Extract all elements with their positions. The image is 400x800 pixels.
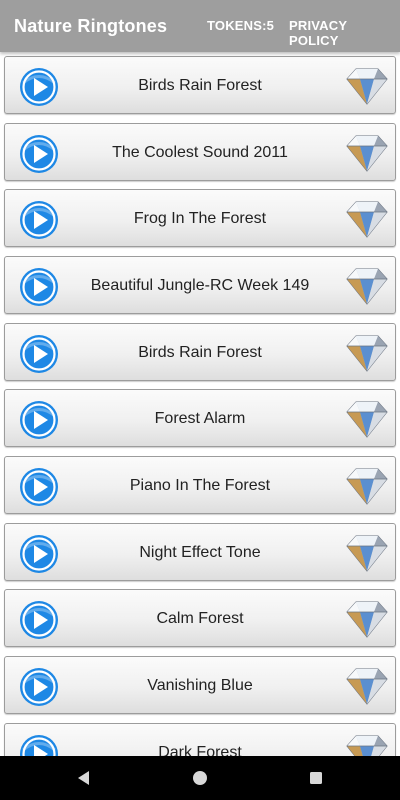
diamond-icon[interactable] (345, 666, 389, 706)
ringtone-row[interactable]: Piano In The Forest (4, 456, 396, 514)
ringtone-row[interactable]: The Coolest Sound 2011 (4, 123, 396, 181)
diamond-icon[interactable] (345, 266, 389, 306)
ringtone-title: Birds Rain Forest (138, 344, 262, 361)
app-screen: Nature Ringtones TOKENS:5 PRIVACY POLICY… (0, 0, 400, 800)
play-button-icon[interactable] (19, 667, 59, 707)
ringtone-row[interactable]: Dark Forest (4, 723, 396, 756)
ringtone-title: Piano In The Forest (129, 477, 271, 494)
play-button-icon[interactable] (19, 534, 59, 574)
ringtone-title: Calm Forest (156, 610, 244, 627)
play-button-icon[interactable] (19, 67, 59, 107)
diamond-icon[interactable] (345, 733, 389, 756)
diamond-icon[interactable] (345, 466, 389, 506)
ringtone-row[interactable]: Vanishing Blue (4, 656, 396, 714)
ringtone-title: Frog In The Forest (133, 210, 267, 227)
recent-apps-square-icon[interactable] (306, 768, 326, 788)
play-button-icon[interactable] (19, 334, 59, 374)
ringtone-title: Birds Rain Forest (138, 77, 262, 94)
ringtone-row[interactable]: Birds Rain Forest (4, 323, 396, 381)
system-navigation-bar (0, 756, 400, 800)
privacy-policy-button[interactable]: PRIVACY POLICY (289, 18, 400, 48)
play-button-icon[interactable] (19, 600, 59, 640)
ringtone-list[interactable]: Birds Rain Forest The Coolest Sound 2011… (0, 52, 400, 756)
diamond-icon[interactable] (345, 66, 389, 106)
diamond-icon[interactable] (345, 533, 389, 573)
ringtone-title: Forest Alarm (154, 410, 246, 427)
diamond-icon[interactable] (345, 133, 389, 173)
ringtone-title: Night Effect Tone (139, 544, 261, 561)
ringtone-row[interactable]: Frog In The Forest (4, 189, 396, 247)
ringtone-title: The Coolest Sound 2011 (112, 144, 288, 161)
diamond-icon[interactable] (345, 199, 389, 239)
play-button-icon[interactable] (19, 734, 59, 756)
play-button-icon[interactable] (19, 200, 59, 240)
ringtone-title: Vanishing Blue (147, 677, 253, 694)
diamond-icon[interactable] (345, 599, 389, 639)
play-button-icon[interactable] (19, 400, 59, 440)
play-button-icon[interactable] (19, 267, 59, 307)
app-title: Nature Ringtones (14, 16, 168, 36)
ringtone-row[interactable]: Birds Rain Forest (4, 56, 396, 114)
back-triangle-icon[interactable] (74, 768, 94, 788)
diamond-icon[interactable] (345, 399, 389, 439)
ringtone-row[interactable]: Forest Alarm (4, 389, 396, 447)
ringtone-title: Beautiful Jungle-RC Week 149 (90, 277, 310, 294)
ringtone-row[interactable]: Calm Forest (4, 589, 396, 647)
play-button-icon[interactable] (19, 134, 59, 174)
ringtone-row[interactable]: Night Effect Tone (4, 523, 396, 581)
play-button-icon[interactable] (19, 467, 59, 507)
ringtone-title: Dark Forest (158, 744, 242, 756)
home-circle-icon[interactable] (190, 768, 210, 788)
tokens-button[interactable]: TOKENS:5 (207, 18, 274, 33)
diamond-icon[interactable] (345, 333, 389, 373)
ringtone-row[interactable]: Beautiful Jungle-RC Week 149 (4, 256, 396, 314)
app-bar: Nature Ringtones TOKENS:5 PRIVACY POLICY (0, 0, 400, 52)
